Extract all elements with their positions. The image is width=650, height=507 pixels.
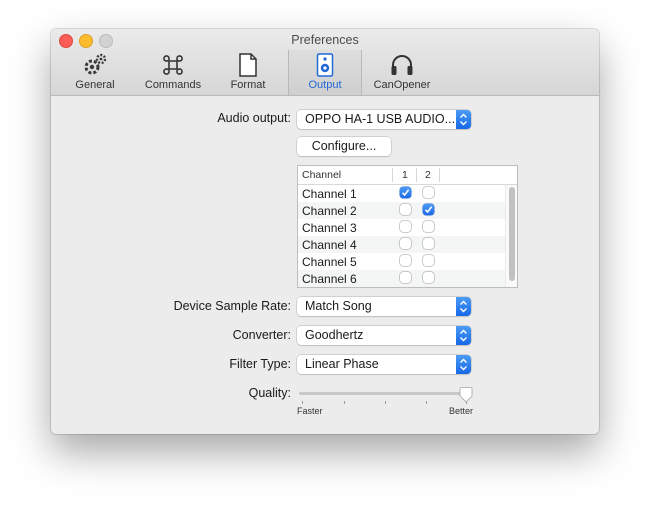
- tab-output[interactable]: Output: [288, 50, 362, 95]
- tab-commands-label: Commands: [144, 79, 202, 91]
- channel-table: Channel 1 2 Channel 1 Channel 2 Channel 3 C…: [297, 165, 518, 288]
- table-scrollbar[interactable]: [505, 185, 517, 287]
- channel-5-output-1-checkbox[interactable]: [400, 255, 411, 266]
- popup-arrows-icon: [456, 355, 471, 374]
- column-separator: [439, 168, 440, 182]
- converter-label: Converter:: [232, 328, 291, 342]
- tab-canopener-label: CanOpener: [373, 79, 431, 91]
- channel-name: Channel 3: [302, 221, 357, 235]
- audio-output-popup[interactable]: OPPO HA-1 USB AUDIO...: [297, 110, 471, 129]
- quality-max-label: Better: [449, 406, 474, 416]
- gears-icon: [82, 53, 108, 80]
- converter-value: Goodhertz: [305, 328, 364, 342]
- quality-slider-track[interactable]: [299, 392, 466, 395]
- channel-5-output-2-checkbox[interactable]: [423, 255, 434, 266]
- audio-output-value: OPPO HA-1 USB AUDIO...: [305, 112, 456, 126]
- slider-tick: [302, 401, 303, 404]
- command-key-icon: [161, 53, 185, 80]
- slider-tick: [344, 401, 345, 404]
- popup-arrows-icon: [456, 110, 471, 129]
- configure-button[interactable]: Configure...: [297, 137, 391, 156]
- column-header-channel[interactable]: Channel: [302, 169, 341, 181]
- slider-tick: [385, 401, 386, 404]
- quality-slider-knob[interactable]: [459, 387, 473, 408]
- table-row[interactable]: Channel 3: [298, 219, 505, 236]
- headphones-icon: [389, 53, 415, 80]
- table-row[interactable]: Channel 6: [298, 270, 505, 287]
- table-header: Channel 1 2: [298, 166, 517, 185]
- column-header-1[interactable]: 1: [402, 169, 408, 181]
- tab-commands[interactable]: Commands: [139, 50, 207, 95]
- title-bar: Preferences General Commands Format Outp…: [51, 29, 599, 96]
- slider-tick: [426, 401, 427, 404]
- sample-rate-value: Match Song: [305, 299, 372, 313]
- channel-name: Channel 5: [302, 255, 357, 269]
- channel-1-output-1-checkbox[interactable]: [400, 187, 411, 198]
- table-row[interactable]: Channel 2: [298, 202, 505, 219]
- window-title: Preferences: [291, 33, 359, 47]
- channel-3-output-1-checkbox[interactable]: [400, 221, 411, 232]
- column-separator: [392, 168, 393, 182]
- document-icon: [238, 53, 258, 80]
- preferences-window: Preferences General Commands Format Outp…: [51, 29, 599, 434]
- channel-name: Channel 2: [302, 204, 357, 218]
- channel-2-output-2-checkbox[interactable]: [423, 204, 434, 215]
- tab-format[interactable]: Format: [221, 50, 275, 95]
- column-header-2[interactable]: 2: [425, 169, 431, 181]
- popup-arrows-icon: [456, 326, 471, 345]
- popup-arrows-icon: [456, 297, 471, 316]
- channel-4-output-1-checkbox[interactable]: [400, 238, 411, 249]
- tab-canopener[interactable]: CanOpener: [369, 50, 435, 95]
- channel-2-output-1-checkbox[interactable]: [400, 204, 411, 215]
- scrollbar-thumb[interactable]: [509, 187, 515, 281]
- table-row[interactable]: Channel 5: [298, 253, 505, 270]
- sample-rate-popup[interactable]: Match Song: [297, 297, 471, 316]
- channel-4-output-2-checkbox[interactable]: [423, 238, 434, 249]
- table-row[interactable]: Channel 4: [298, 236, 505, 253]
- tab-format-label: Format: [230, 79, 266, 91]
- quality-min-label: Faster: [297, 406, 323, 416]
- filter-type-value: Linear Phase: [305, 357, 379, 371]
- filter-type-popup[interactable]: Linear Phase: [297, 355, 471, 374]
- channel-3-output-2-checkbox[interactable]: [423, 221, 434, 232]
- audio-output-label: Audio output:: [217, 111, 291, 125]
- table-row[interactable]: Channel 1: [298, 185, 505, 202]
- column-separator: [416, 168, 417, 182]
- channel-name: Channel 1: [302, 187, 357, 201]
- tab-output-label: Output: [308, 79, 342, 91]
- channel-6-output-1-checkbox[interactable]: [400, 272, 411, 283]
- channel-name: Channel 6: [302, 272, 357, 286]
- channel-6-output-2-checkbox[interactable]: [423, 272, 434, 283]
- channel-name: Channel 4: [302, 238, 357, 252]
- speaker-icon: [316, 53, 334, 80]
- tab-general[interactable]: General: [67, 50, 123, 95]
- filter-type-label: Filter Type:: [229, 357, 291, 371]
- quality-label: Quality:: [248, 386, 291, 400]
- channel-1-output-2-checkbox[interactable]: [423, 187, 434, 198]
- converter-popup[interactable]: Goodhertz: [297, 326, 471, 345]
- tab-general-label: General: [75, 79, 115, 91]
- sample-rate-label: Device Sample Rate:: [173, 299, 291, 313]
